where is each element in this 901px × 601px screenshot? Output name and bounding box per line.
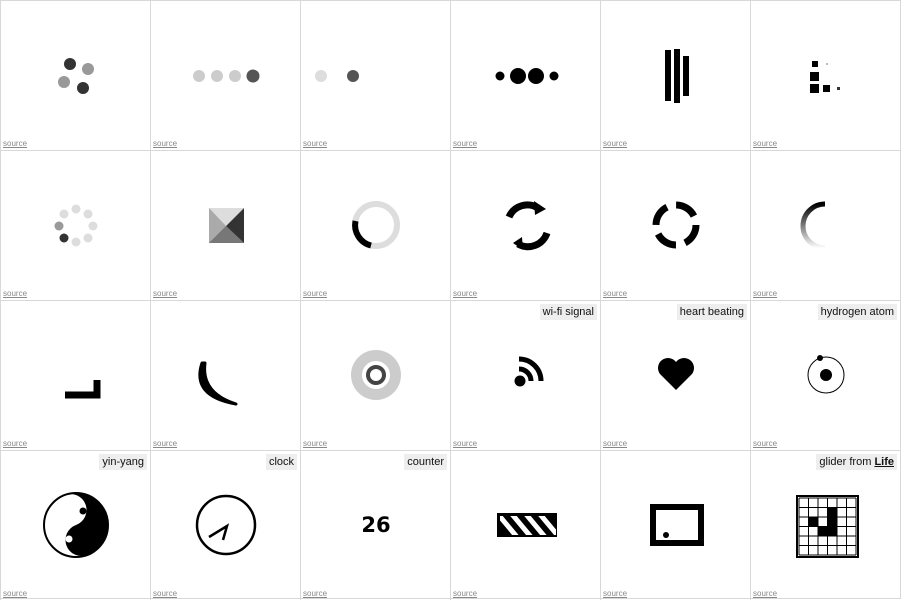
bouncing-ball-box-icon	[650, 504, 704, 546]
broken-ring-icon	[652, 201, 700, 249]
tile-refresh-arrows: source	[450, 150, 600, 300]
spinner-gallery: source source source source source sourc…	[0, 0, 901, 600]
source-link[interactable]: source	[603, 589, 627, 598]
live-cell	[808, 517, 818, 527]
folding-square-icon	[209, 208, 244, 243]
tile-bars: source	[600, 0, 750, 150]
label-text: glider from	[819, 456, 875, 468]
tile-atom: hydrogen atom source	[750, 300, 900, 450]
source-link[interactable]: source	[453, 289, 477, 298]
tile-squares: source	[750, 0, 900, 150]
tile-label: heart beating	[676, 304, 747, 320]
clock-icon	[195, 494, 257, 556]
atom-icon	[807, 355, 845, 394]
tile-ring-spinner: source	[300, 150, 450, 300]
source-link[interactable]: source	[603, 289, 627, 298]
tile-label: hydrogen atom	[817, 304, 897, 320]
two-dots-icon	[315, 70, 359, 82]
tile-four-dots-row: source	[150, 0, 300, 150]
tile-broken-ring: source	[600, 150, 750, 300]
tile-fading-arc: source	[750, 150, 900, 300]
source-link[interactable]: source	[603, 139, 627, 148]
source-link[interactable]: source	[453, 589, 477, 598]
tile-crescent-arc: source	[150, 300, 300, 450]
source-link[interactable]: source	[3, 589, 27, 598]
yin-yang-icon	[43, 492, 109, 558]
crescent-arc-icon	[198, 361, 238, 406]
source-link[interactable]: source	[3, 289, 27, 298]
squares-icon	[810, 61, 840, 93]
source-link[interactable]: source	[453, 139, 477, 148]
tile-two-dots: source	[300, 0, 450, 150]
dot-circle-spinner-icon	[54, 204, 98, 247]
wifi-signal-icon	[514, 356, 544, 387]
source-link[interactable]: source	[303, 589, 327, 598]
source-link[interactable]: source	[153, 439, 177, 448]
tile-label: wi-fi signal	[539, 304, 597, 320]
source-link[interactable]: source	[303, 439, 327, 448]
ring-spinner-icon	[352, 201, 400, 249]
tile-wifi-signal: wi-fi signal source	[450, 300, 600, 450]
source-link[interactable]: source	[753, 289, 777, 298]
tile-counter: 26 counter source	[300, 450, 450, 600]
source-link[interactable]: source	[3, 139, 27, 148]
tile-four-dots-spinner: source	[0, 0, 150, 150]
source-link[interactable]: source	[3, 439, 27, 448]
heart-icon	[658, 358, 694, 390]
refresh-arrows-icon	[505, 201, 551, 251]
fading-arc-icon	[800, 201, 826, 251]
striped-bar-icon	[497, 513, 557, 537]
source-link[interactable]: source	[153, 289, 177, 298]
tile-folding-square: source	[150, 150, 300, 300]
bars-icon	[665, 49, 689, 103]
corner-line-icon	[65, 380, 101, 399]
counter-value: 26	[361, 513, 391, 537]
tile-yin-yang: yin-yang source	[0, 450, 150, 600]
tile-glider-grid: glider from Life source	[750, 450, 900, 600]
tile-concentric-rings: source	[300, 300, 450, 450]
life-link[interactable]: Life	[874, 456, 894, 468]
live-cell	[827, 517, 837, 527]
source-link[interactable]: source	[603, 439, 627, 448]
tile-pulsing-dots: source	[450, 0, 600, 150]
four-dots-row-icon	[193, 69, 260, 83]
tile-dot-circle-spinner: source	[0, 150, 150, 300]
live-cell	[827, 507, 837, 517]
source-link[interactable]: source	[753, 439, 777, 448]
source-link[interactable]: source	[753, 139, 777, 148]
tile-label: counter	[404, 454, 447, 470]
live-cell	[818, 526, 828, 536]
tile-label: glider from Life	[816, 454, 897, 470]
source-link[interactable]: source	[303, 289, 327, 298]
source-link[interactable]: source	[753, 589, 777, 598]
source-link[interactable]: source	[153, 589, 177, 598]
tile-label: yin-yang	[99, 454, 147, 470]
tile-striped-bar: source	[450, 450, 600, 600]
tile-clock: clock source	[150, 450, 300, 600]
source-link[interactable]: source	[303, 139, 327, 148]
concentric-rings-icon	[351, 350, 401, 400]
tile-label: clock	[265, 454, 297, 470]
live-cell	[827, 526, 837, 536]
source-link[interactable]: source	[153, 139, 177, 148]
four-dots-spinner-icon	[58, 58, 94, 94]
tile-corner-line: source	[0, 300, 150, 450]
tile-heart: heart beating source	[600, 300, 750, 450]
source-link[interactable]: source	[453, 439, 477, 448]
glider-grid-icon	[796, 495, 859, 558]
pulsing-dots-icon	[495, 68, 559, 84]
tile-bouncing-ball-box: source	[600, 450, 750, 600]
